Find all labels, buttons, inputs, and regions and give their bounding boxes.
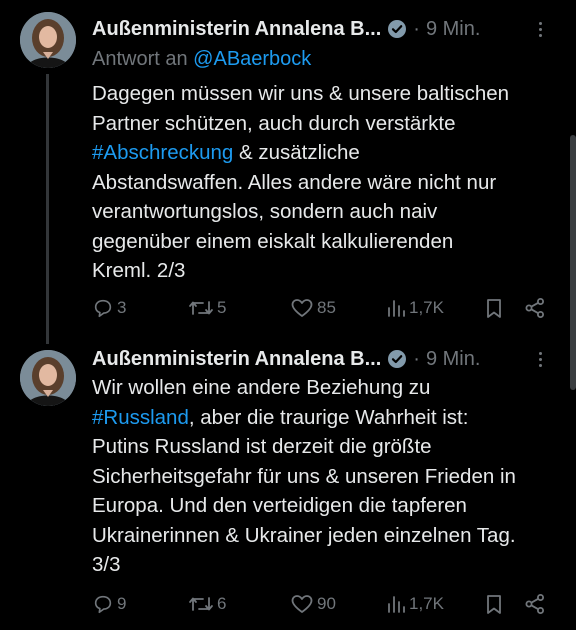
verified-badge-icon [387, 349, 407, 369]
separator-dot: · [413, 17, 420, 40]
views-bars-icon [388, 300, 405, 317]
like-button[interactable]: 85 [290, 297, 336, 319]
reply-count: 9 [117, 594, 127, 613]
text-line: Kreml. 2/3 [92, 259, 186, 282]
reply-bubble-icon [94, 595, 112, 614]
share-icon [525, 594, 544, 614]
view-count: 1,7K [409, 594, 444, 613]
share-button[interactable] [524, 297, 546, 319]
reply-button[interactable]: 3 [92, 297, 126, 319]
retweet-button[interactable]: 6 [188, 593, 226, 615]
text-line: Partner schützen, auch durch verstärkte [92, 111, 456, 135]
reply-prefix: Antwort an [92, 48, 188, 70]
bookmark-icon [487, 299, 501, 318]
retweet-button[interactable]: 5 [188, 297, 226, 319]
retweet-count: 6 [217, 594, 227, 613]
tweet-header: Außenministerin Annalena B... · 9 Min. [92, 16, 556, 42]
author-name[interactable]: Außenministerin Annalena B... [92, 18, 381, 41]
retweet-icon [189, 301, 213, 315]
text-fragment: , aber die traurige Wahrheit ist: [188, 405, 469, 429]
like-count: 90 [317, 594, 336, 613]
tweet[interactable]: Außenministerin Annalena B... · 9 Min. A… [0, 0, 576, 344]
text-line: 3/3 [92, 553, 121, 576]
text-line: Putins Russland ist derzeit die größte [92, 435, 432, 458]
tweet-header: Außenministerin Annalena B... · 9 Min. [92, 346, 556, 372]
thread-connector-line [46, 74, 49, 344]
tweet-text: Dagegen müssen wir uns & unsere baltisch… [92, 79, 562, 286]
bookmark-button[interactable] [484, 593, 504, 615]
tweet-text: Wir wollen eine andere Beziehung zu #Rus… [92, 373, 562, 580]
author-name[interactable]: Außenministerin Annalena B... [92, 348, 381, 371]
text-line: Dagegen müssen wir uns & unsere baltisch… [92, 82, 510, 105]
bookmark-icon [487, 595, 501, 614]
text-line: verantwortungslos, sondern auch naiv [92, 200, 438, 223]
text-line: #Abschreckung & zusätzliche [92, 138, 562, 168]
scrollbar[interactable] [570, 135, 576, 390]
text-line: Ukrainerinnen & Ukrainer jeden einzelnen… [92, 523, 516, 547]
text-line: gegenüber einem eiskalt kalkulierenden [92, 229, 454, 253]
avatar[interactable] [20, 12, 76, 68]
text-line: #Russland, aber die traurige Wahrheit is… [92, 403, 562, 433]
heart-icon [291, 299, 313, 317]
views-button[interactable]: 1,7K [386, 297, 444, 319]
timestamp[interactable]: 9 Min. [426, 348, 480, 371]
action-bar: 9 6 90 1,7K [92, 591, 552, 619]
text-line: Abstandswaffen. Alles andere wäre nicht … [92, 170, 497, 194]
hashtag-link[interactable]: #Abschreckung [92, 141, 233, 164]
bookmark-button[interactable] [484, 297, 504, 319]
more-dots-icon[interactable] [528, 18, 552, 40]
like-count: 85 [317, 298, 336, 317]
retweet-icon [189, 597, 213, 611]
tweet[interactable]: Außenministerin Annalena B... · 9 Min. W… [0, 342, 576, 630]
reply-count: 3 [117, 298, 127, 317]
avatar[interactable] [20, 350, 76, 406]
separator-dot: · [413, 347, 420, 370]
reply-bubble-icon [94, 299, 112, 318]
reply-button[interactable]: 9 [92, 593, 126, 615]
action-bar: 3 5 85 1,7K [92, 295, 552, 323]
hashtag-link[interactable]: #Russland [92, 406, 189, 429]
text-fragment: & zusätzliche [233, 141, 360, 164]
reply-handle-link[interactable]: @ABaerbock [193, 48, 311, 70]
heart-icon [291, 595, 313, 613]
text-line: Sicherheitsgefahr für uns & unseren Frie… [92, 464, 516, 488]
reply-context: Antwort an @ABaerbock [92, 48, 311, 71]
retweet-count: 5 [217, 298, 227, 317]
more-dots-icon[interactable] [528, 348, 552, 370]
views-bars-icon [388, 596, 405, 613]
view-count: 1,7K [409, 298, 444, 317]
share-button[interactable] [524, 593, 546, 615]
text-line: Europa. Und den verteidigen die tapferen [92, 494, 467, 517]
views-button[interactable]: 1,7K [386, 593, 444, 615]
share-icon [525, 298, 544, 318]
text-line: Wir wollen eine andere Beziehung zu [92, 376, 431, 399]
verified-badge-icon [387, 19, 407, 39]
timestamp[interactable]: 9 Min. [426, 18, 480, 41]
like-button[interactable]: 90 [290, 593, 336, 615]
